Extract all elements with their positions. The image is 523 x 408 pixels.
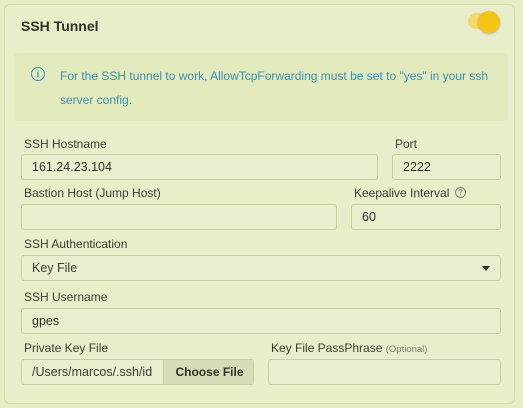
port-input[interactable]: 2222 xyxy=(392,154,501,180)
panel-header: SSH Tunnel xyxy=(4,4,515,48)
username-label: SSH Username xyxy=(24,290,108,304)
username-input[interactable]: gpes xyxy=(21,308,501,334)
private-key-label: Private Key File xyxy=(24,341,109,355)
question-icon[interactable]: ? xyxy=(455,187,466,198)
choose-file-button[interactable]: Choose File xyxy=(163,360,253,384)
passphrase-label: Key File PassPhrase (Optional) xyxy=(271,341,427,355)
private-key-file-input[interactable]: /Users/marcos/.ssh/id Choose File xyxy=(21,359,254,385)
keepalive-input[interactable]: 60 xyxy=(351,204,501,230)
auth-select[interactable]: Key File xyxy=(21,255,501,281)
private-key-path: /Users/marcos/.ssh/id xyxy=(32,365,153,379)
passphrase-label-text: Key File PassPhrase xyxy=(271,341,383,355)
optional-tag: (Optional) xyxy=(385,344,428,355)
bastion-input[interactable] xyxy=(21,204,337,230)
hostname-input[interactable]: 161.24.23.104 xyxy=(21,154,378,180)
toggle-knob[interactable] xyxy=(478,11,500,33)
info-icon: i xyxy=(31,67,45,81)
auth-selected-value: Key File xyxy=(32,261,78,275)
caret-down-icon xyxy=(482,266,490,271)
keepalive-label: Keepalive Interval xyxy=(354,186,450,200)
auth-label: SSH Authentication xyxy=(24,237,128,251)
info-text: For the SSH tunnel to work, AllowTcpForw… xyxy=(60,69,489,107)
passphrase-input[interactable] xyxy=(268,359,501,385)
panel-title: SSH Tunnel xyxy=(21,18,99,34)
hostname-label: SSH Hostname xyxy=(24,137,107,151)
bastion-label: Bastion Host (Jump Host) xyxy=(24,186,161,200)
port-label: Port xyxy=(395,137,418,151)
